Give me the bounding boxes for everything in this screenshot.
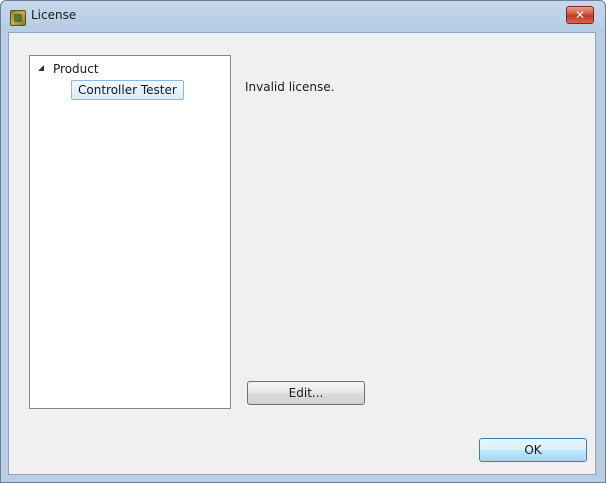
tree-item-controller-tester[interactable]: Controller Tester (71, 80, 184, 100)
window-title: License (31, 8, 77, 22)
dialog-body: Product Controller Tester Invalid licens… (8, 32, 596, 475)
license-status-message: Invalid license. (245, 80, 335, 94)
product-tree[interactable]: Product Controller Tester (29, 55, 231, 409)
title-bar[interactable]: License ✕ (1, 1, 605, 32)
tree-item-label: Product (53, 62, 99, 76)
license-dialog: License ✕ Product Controller Tester Inva… (0, 0, 606, 483)
close-icon: ✕ (574, 8, 586, 22)
tree-expander-icon[interactable] (38, 65, 44, 71)
tree-item-product[interactable]: Product (30, 62, 230, 79)
edit-button[interactable]: Edit... (247, 381, 365, 405)
close-button[interactable]: ✕ (566, 6, 594, 24)
license-app-icon (10, 10, 26, 26)
ok-button[interactable]: OK (479, 438, 587, 462)
